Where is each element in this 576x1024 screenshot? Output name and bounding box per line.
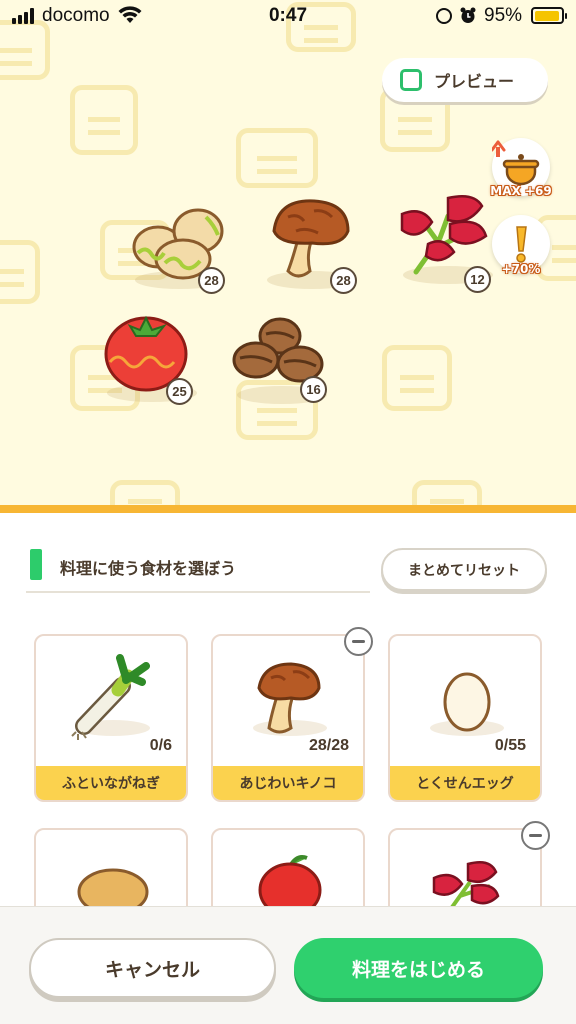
pot-ingredient-soybeans[interactable]: 28 — [120, 195, 240, 295]
potato-icon — [77, 868, 149, 910]
card-count: 0/55 — [494, 737, 526, 754]
battery-percentage: 95% — [484, 5, 523, 26]
background-pattern — [236, 128, 318, 188]
background-pattern — [0, 240, 40, 304]
card-count: 28/28 — [308, 737, 349, 754]
preview-checkbox[interactable] — [400, 69, 422, 91]
count-badge: 25 — [166, 378, 193, 405]
pot-ingredient-tomato[interactable]: 25 — [92, 308, 212, 408]
count-badge: 28 — [198, 267, 225, 294]
action-bar: キャンセル 料理をはじめる — [0, 906, 576, 1024]
count-badge: 12 — [464, 266, 491, 293]
mushroom-icon — [257, 662, 321, 734]
ingredient-card-egg[interactable]: 0/55 とくせんエッグ — [388, 634, 542, 802]
preview-label: プレビュー — [434, 72, 515, 91]
pot-area: docomo 0:47 95% プレビュー MAX +69 +70% 28 28… — [0, 0, 576, 510]
egg-icon — [443, 672, 491, 732]
section-title: 料理に使う食材を選ぼう — [60, 559, 237, 578]
card-name: あじわいキノコ — [213, 766, 363, 800]
card-name: ふといながねぎ — [36, 766, 186, 800]
pot-ingredient-mushroom[interactable]: 28 — [252, 195, 372, 295]
remove-herb-button[interactable] — [521, 821, 550, 850]
preview-toggle[interactable]: プレビュー — [382, 58, 548, 102]
ingredient-card-mushroom[interactable]: 28/28 あじわいキノコ — [211, 634, 365, 802]
pot-ingredient-herb[interactable]: 12 — [388, 190, 508, 293]
leek-icon — [71, 654, 150, 740]
start-cooking-button[interactable]: 料理をはじめる — [294, 938, 543, 998]
pot-ingredient-cacao[interactable]: 16 — [222, 310, 342, 410]
section-accent-bar — [30, 549, 42, 580]
count-badge: 28 — [330, 267, 357, 294]
battery-icon — [531, 7, 567, 24]
rotation-lock-icon — [436, 8, 452, 24]
herb-icon — [432, 861, 500, 910]
card-count: 0/6 — [149, 737, 172, 754]
reset-all-button[interactable]: まとめてリセット — [381, 548, 547, 591]
background-pattern — [70, 85, 138, 155]
pot-area-border — [0, 505, 576, 513]
alarm-icon — [460, 7, 476, 23]
status-bar: docomo 0:47 95% — [0, 0, 576, 34]
remove-mushroom-button[interactable] — [344, 627, 373, 656]
count-badge: 16 — [300, 376, 327, 403]
background-pattern — [382, 345, 452, 411]
cancel-button[interactable]: キャンセル — [29, 938, 276, 998]
ingredient-card-leek[interactable]: 0/6 ふといながねぎ — [34, 634, 188, 802]
section-header: 料理に使う食材を選ぼう — [26, 545, 370, 593]
apple-icon — [258, 855, 322, 910]
tomato-icon — [104, 315, 188, 392]
card-name: とくせんエッグ — [390, 766, 540, 800]
